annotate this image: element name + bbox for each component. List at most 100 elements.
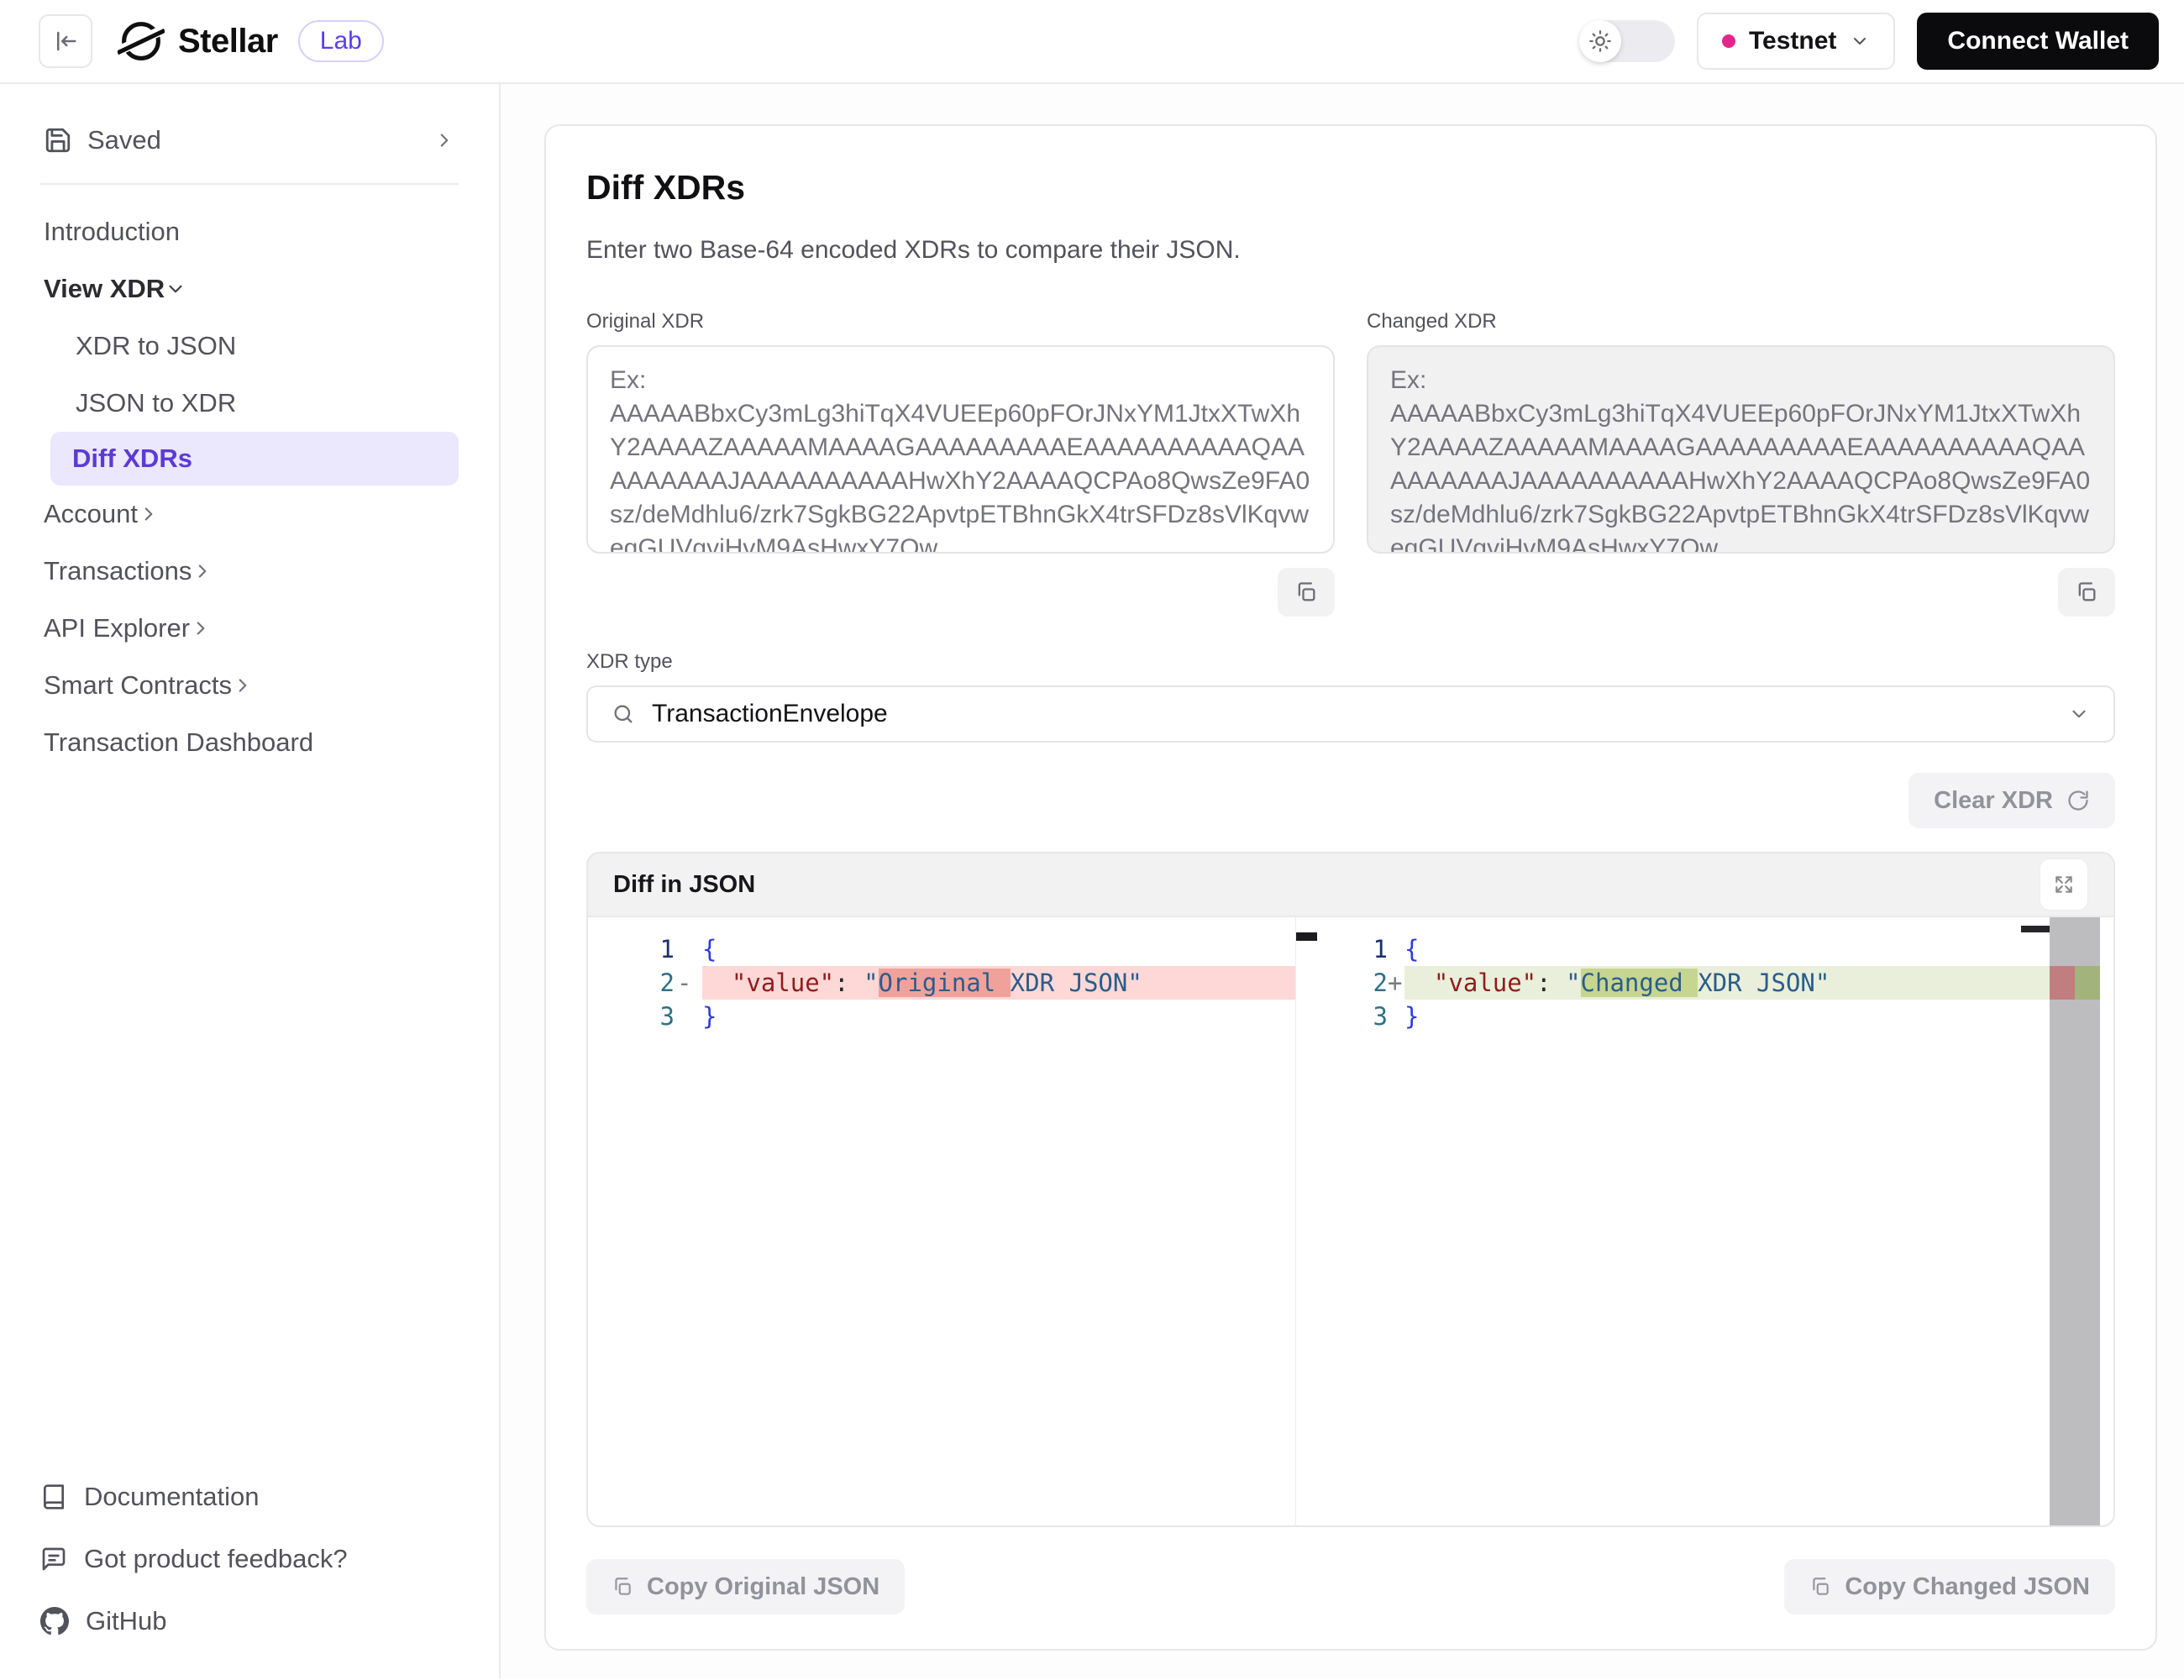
- sidebar-item-account[interactable]: Account: [40, 486, 459, 543]
- save-icon: [44, 126, 72, 155]
- original-xdr-input[interactable]: [586, 345, 1335, 554]
- diff-code: {: [1404, 932, 2050, 966]
- original-xdr-label: Original XDR: [586, 310, 1335, 333]
- sidebar-item-view-xdr[interactable]: View XDR: [40, 260, 459, 318]
- clear-xdr-label: Clear XDR: [1934, 787, 2053, 815]
- sidebar-item-label: Smart Contracts: [44, 670, 232, 701]
- sidebar-item-github[interactable]: GitHub: [40, 1606, 459, 1636]
- scrollbar-thumb[interactable]: [2021, 926, 2050, 932]
- sidebar: Saved Introduction View XDR XDR to JSON …: [0, 84, 501, 1678]
- sidebar-item-label: Got product feedback?: [84, 1544, 348, 1574]
- chevron-right-icon: [232, 675, 254, 696]
- sidebar-item-label: Documentation: [84, 1482, 260, 1512]
- search-icon: [612, 702, 635, 726]
- sidebar-item-smart-contracts[interactable]: Smart Contracts: [40, 657, 459, 714]
- diff-editor: 1{2- "value": "Original XDR JSON"3} 1{2+…: [588, 917, 2113, 1525]
- sidebar-item-label: API Explorer: [44, 613, 190, 643]
- diff-pane-original[interactable]: 1{2- "value": "Original XDR JSON"3}: [588, 917, 1317, 1525]
- diff-line: 1{: [588, 932, 1295, 966]
- expand-icon: [2053, 874, 2075, 895]
- sidebar-item-introduction[interactable]: Introduction: [40, 203, 459, 260]
- diff-change-marker: [675, 932, 702, 966]
- sidebar-item-diff-xdrs-active[interactable]: Diff XDRs: [50, 432, 459, 486]
- changed-xdr-label: Changed XDR: [1367, 310, 2115, 333]
- sidebar-item-label: XDR to JSON: [76, 331, 236, 361]
- chevron-down-icon: [2068, 703, 2090, 725]
- connect-wallet-button[interactable]: Connect Wallet: [1917, 13, 2159, 70]
- diff-change-marker: [1388, 932, 1404, 966]
- scrollbar-thumb[interactable]: [1296, 932, 1318, 941]
- diff-code: }: [1404, 1000, 2050, 1033]
- chevron-down-icon: [1850, 31, 1870, 51]
- diff-left-scrollbar[interactable]: [1295, 917, 1317, 1525]
- diff-line-number: 1: [588, 932, 675, 966]
- diff-card-title: Diff in JSON: [613, 871, 755, 899]
- collapse-sidebar-icon: [53, 29, 78, 54]
- sidebar-item-label: GitHub: [86, 1606, 166, 1636]
- network-selector[interactable]: Testnet: [1697, 13, 1895, 70]
- chevron-right-icon: [138, 503, 160, 525]
- diff-line: 3}: [1317, 1000, 2050, 1033]
- refresh-icon: [2066, 789, 2090, 812]
- diff-change-marker: [675, 1000, 702, 1033]
- sidebar-item-api-explorer[interactable]: API Explorer: [40, 600, 459, 657]
- theme-toggle-knob: [1579, 20, 1621, 62]
- copy-changed-json-button[interactable]: Copy Changed JSON: [1784, 1559, 2115, 1614]
- page-description: Enter two Base-64 encoded XDRs to compar…: [586, 236, 2115, 265]
- sidebar-item-feedback[interactable]: Got product feedback?: [40, 1544, 459, 1574]
- xdr-type-select[interactable]: TransactionEnvelope: [586, 685, 2115, 743]
- sidebar-item-transaction-dashboard[interactable]: Transaction Dashboard: [40, 714, 459, 771]
- chevron-right-icon: [190, 617, 212, 639]
- copy-icon: [612, 1576, 633, 1598]
- diff-line: 2- "value": "Original XDR JSON": [588, 966, 1295, 1000]
- sidebar-item-label: Saved: [87, 125, 418, 155]
- stellar-logo-group[interactable]: Stellar Lab: [118, 18, 384, 65]
- github-icon: [40, 1607, 69, 1635]
- stellar-logo-icon: [118, 18, 165, 65]
- sidebar-item-label: View XDR: [44, 274, 165, 304]
- sidebar-item-label: Account: [44, 499, 138, 529]
- sidebar-item-saved[interactable]: Saved: [40, 113, 459, 168]
- diff-overview-removed-mark: [2050, 966, 2075, 1000]
- sidebar-item-label: Introduction: [44, 217, 180, 247]
- expand-diff-button[interactable]: [2040, 858, 2088, 911]
- diff-line-number: 3: [1317, 1000, 1388, 1033]
- sidebar-item-documentation[interactable]: Documentation: [40, 1482, 459, 1512]
- diff-line: 2+ "value": "Changed XDR JSON": [1317, 966, 2050, 1000]
- diff-pane-changed[interactable]: 1{2+ "value": "Changed XDR JSON"3}: [1317, 917, 2113, 1525]
- copy-original-xdr-button[interactable]: [1278, 568, 1335, 617]
- theme-toggle[interactable]: [1579, 20, 1675, 62]
- diff-change-marker: -: [675, 966, 702, 1000]
- copy-original-json-button[interactable]: Copy Original JSON: [586, 1559, 905, 1614]
- sidebar-item-xdr-to-json[interactable]: XDR to JSON: [72, 318, 459, 375]
- diff-code: }: [702, 1000, 1295, 1033]
- copy-changed-xdr-button[interactable]: [2058, 568, 2115, 617]
- diff-overview-added-mark: [2075, 966, 2100, 1000]
- changed-xdr-input[interactable]: [1367, 345, 2115, 554]
- diff-code: "value": "Original XDR JSON": [702, 966, 1295, 1000]
- network-label: Testnet: [1749, 27, 1836, 55]
- collapse-sidebar-button[interactable]: [39, 14, 92, 68]
- feedback-message-icon: [40, 1546, 67, 1572]
- diff-overview-ruler[interactable]: [2050, 917, 2100, 1525]
- main-content: Diff XDRs Enter two Base-64 encoded XDRs…: [501, 84, 2184, 1678]
- sidebar-item-json-to-xdr[interactable]: JSON to XDR: [72, 375, 459, 432]
- sidebar-item-label: Transaction Dashboard: [44, 727, 313, 758]
- copy-original-json-label: Copy Original JSON: [647, 1573, 879, 1601]
- clear-xdr-button[interactable]: Clear XDR: [1908, 773, 2115, 828]
- chevron-down-icon: [165, 278, 186, 300]
- chevron-right-icon: [433, 129, 455, 151]
- xdr-type-label: XDR type: [586, 650, 2115, 674]
- page-title: Diff XDRs: [586, 168, 2115, 207]
- diff-change-marker: +: [1388, 966, 1404, 1000]
- diff-code: {: [702, 932, 1295, 966]
- diff-xdrs-card: Diff XDRs Enter two Base-64 encoded XDRs…: [544, 124, 2157, 1651]
- brand-name: Stellar: [178, 23, 278, 60]
- lab-badge: Lab: [298, 20, 384, 62]
- copy-icon: [2075, 580, 2098, 604]
- sidebar-item-transactions[interactable]: Transactions: [40, 543, 459, 600]
- app-header: Stellar Lab Testnet Connect Wallet: [0, 0, 2184, 84]
- network-status-dot: [1722, 34, 1735, 48]
- diff-line-number: 3: [588, 1000, 675, 1033]
- diff-line: 1{: [1317, 932, 2050, 966]
